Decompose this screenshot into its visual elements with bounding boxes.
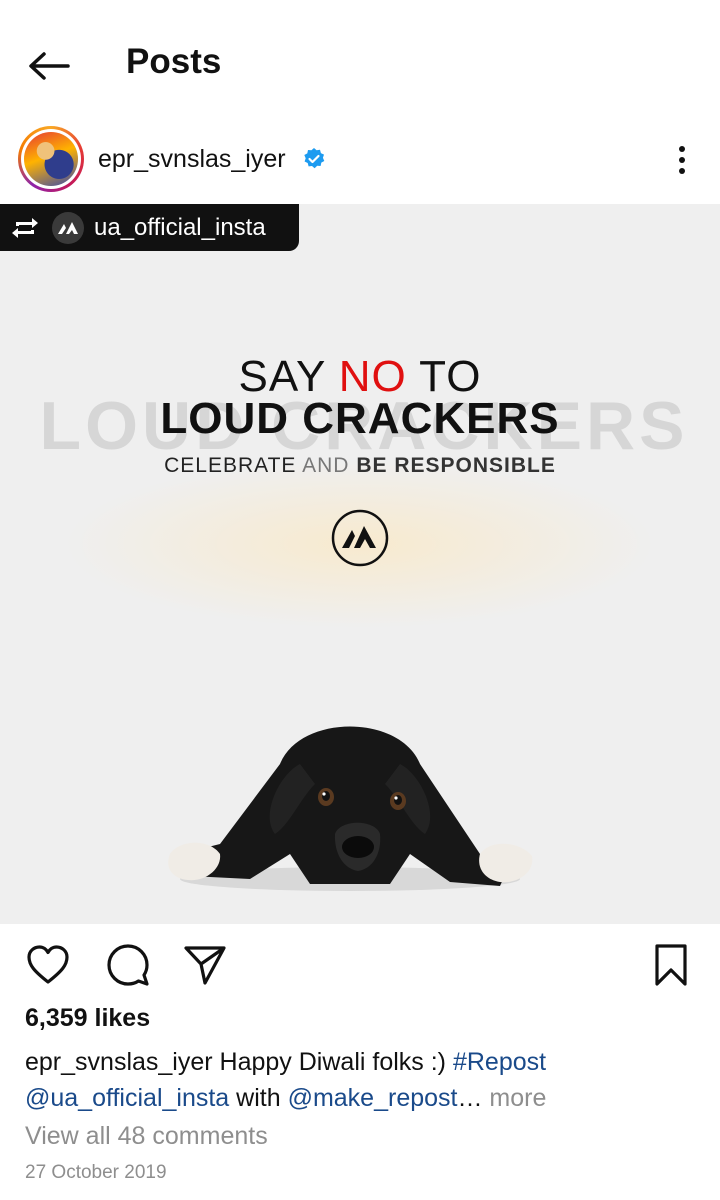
save-button[interactable] <box>648 942 694 988</box>
caption-ellipsis: … <box>457 1084 483 1112</box>
post-image[interactable]: ua_official_insta LOUD CRACKERS SAY NO T… <box>0 204 720 924</box>
like-button[interactable] <box>25 942 71 988</box>
post-header: epr_svnslas_iyer <box>0 120 720 204</box>
post-username[interactable]: epr_svnslas_iyer <box>98 145 286 174</box>
dog-illustration <box>168 726 533 891</box>
caption-more-link[interactable]: more <box>482 1084 546 1112</box>
post-date: 27 October 2019 <box>25 1162 167 1183</box>
verified-badge-icon <box>304 148 325 169</box>
top-bar: Posts <box>0 0 720 120</box>
comment-button[interactable] <box>105 942 151 988</box>
back-button[interactable] <box>22 40 74 92</box>
avatar[interactable] <box>18 126 84 192</box>
image-headline: LOUD CRACKERS <box>160 394 560 443</box>
caption-with: with <box>229 1084 288 1112</box>
repost-tag[interactable]: ua_official_insta <box>0 204 299 251</box>
repost-username: ua_official_insta <box>94 213 266 241</box>
hashtag-repost[interactable]: #Repost <box>453 1048 546 1076</box>
repost-icon <box>12 217 38 238</box>
post-actions <box>0 924 720 1004</box>
view-comments-link[interactable]: View all 48 comments <box>25 1122 268 1151</box>
likes-count[interactable]: 6,359 likes <box>25 1004 150 1033</box>
more-vertical-icon <box>679 146 685 152</box>
caption: epr_svnslas_iyer Happy Diwali folks :) #… <box>25 1044 695 1116</box>
mention-ua-official[interactable]: @ua_official_insta <box>25 1084 229 1112</box>
more-options-button[interactable] <box>662 138 702 182</box>
arrow-left-icon <box>29 52 70 80</box>
bookmark-icon <box>655 944 687 986</box>
comment-icon <box>107 944 149 986</box>
caption-text: Happy Diwali folks :) <box>212 1048 453 1076</box>
mention-make-repost[interactable]: @make_repost <box>288 1084 458 1112</box>
caption-username[interactable]: epr_svnslas_iyer <box>25 1048 213 1076</box>
image-subline: CELEBRATE AND BE RESPONSIBLE <box>164 454 556 477</box>
page-title: Posts <box>126 42 222 81</box>
share-button[interactable] <box>182 942 228 988</box>
send-icon <box>184 946 226 985</box>
ua-small-logo <box>52 211 84 244</box>
heart-icon <box>27 945 69 984</box>
ua-logo-icon <box>331 509 389 567</box>
